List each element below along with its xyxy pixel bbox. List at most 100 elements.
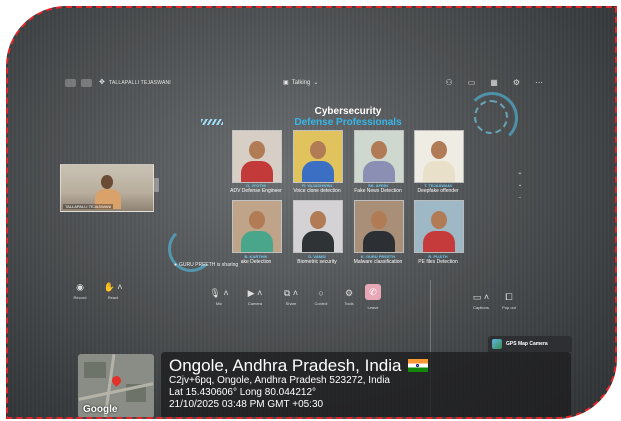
- hand-icon: ✋ ˄: [103, 282, 123, 292]
- participant-photo: [354, 130, 404, 183]
- geotag-panel: Ongole, Andhra Pradesh, India C2jv+6pq, …: [161, 352, 571, 417]
- popout-icon: ⧠: [505, 292, 513, 302]
- record-button[interactable]: ◉ Record: [65, 282, 95, 300]
- photo-head: [249, 141, 265, 159]
- sharing-text: GURU PREETH is sharing: [179, 262, 239, 268]
- meeting-top-bar: ✥ TALLAPALLI TEJASWANI ▣ Talking ⌄ ⚇ ▭ ▦…: [63, 78, 543, 92]
- chevron-down-icon: ⌄: [313, 80, 319, 86]
- leave-button[interactable]: ✆: [365, 284, 381, 300]
- map-block: [84, 362, 106, 378]
- slide-title-line2: Defense Professionals: [294, 117, 402, 128]
- camera-button[interactable]: ▶ ˄ Camera: [240, 288, 270, 306]
- top-right-controls: ⚇ ▭ ▦ ⚙ ⋯: [446, 78, 543, 87]
- participant-photo: [232, 200, 282, 253]
- gps-camera-badge: GPS Map Camera: [488, 336, 572, 352]
- map-logo: Google: [83, 404, 118, 415]
- captions-icon: ▭ ˄: [472, 292, 490, 302]
- geotag-city-row: Ongole, Andhra Pradesh, India: [169, 356, 563, 375]
- geotag-coords: Lat 15.430606° Long 80.044212°: [169, 387, 317, 398]
- gps-camera-label: GPS Map Camera: [506, 341, 548, 347]
- photo-head: [431, 211, 447, 229]
- slide-title-line1: Cybersecurity: [314, 106, 382, 117]
- presenter-name: TALLAPALLI TEJASWANI: [109, 80, 171, 86]
- share-label: Share: [285, 301, 297, 306]
- speaker-icon: ▣: [283, 80, 289, 86]
- talking-indicator[interactable]: ▣ Talking ⌄: [283, 79, 319, 87]
- leave-label: Leave: [367, 305, 379, 310]
- control-label: Control: [314, 301, 328, 306]
- share-button[interactable]: ⧉ ˄ Share: [276, 288, 306, 306]
- record-label: Record: [73, 295, 87, 300]
- chat-icon[interactable]: ▭: [468, 78, 476, 87]
- zoom-level-icon: ▪: [519, 183, 521, 189]
- photo-frame: ✥ TALLAPALLI TEJASWANI ▣ Talking ⌄ ⚇ ▭ ▦…: [6, 6, 617, 419]
- participants-icon[interactable]: ⚇: [446, 78, 453, 87]
- geotag-datetime: 21/10/2025 03:48 PM GMT +05:30: [169, 399, 324, 410]
- geotag-city: Ongole, Andhra Pradesh, India: [169, 356, 402, 375]
- participant-photo: [414, 200, 464, 253]
- leave-icon: ✆: [369, 287, 377, 297]
- participant-photo: [232, 130, 282, 183]
- geotag-address: C2jv+6pq, Ongole, Andhra Pradesh 523272,…: [169, 375, 390, 386]
- participant-caption: T. TEJASWANI Deepfake offender: [398, 183, 478, 194]
- photo-body: [423, 161, 455, 182]
- mic-off-icon: 🎙︎ ˄: [209, 288, 229, 298]
- tools-label: Tools: [344, 301, 354, 306]
- photo-head: [431, 141, 447, 159]
- photo-body: [363, 231, 395, 252]
- record-icon: ◉: [76, 282, 84, 292]
- settings-icon[interactable]: ⚙: [513, 78, 520, 87]
- screen-share-icon: ●: [174, 262, 178, 268]
- participant-photo: [414, 130, 464, 183]
- zoom-out-icon[interactable]: −: [514, 192, 526, 204]
- sharing-indicator: ● GURU PREETH is sharing: [174, 262, 238, 268]
- zoom-in-icon[interactable]: +: [514, 168, 526, 180]
- share-screen-icon: ⧉ ˄: [283, 288, 299, 298]
- photo-head: [371, 211, 387, 229]
- photo-head: [310, 211, 326, 229]
- info-icon[interactable]: [65, 79, 76, 87]
- photo-body: [423, 231, 455, 252]
- react-button[interactable]: ✋ ˄ React: [98, 282, 128, 300]
- captions-label: Captions: [473, 305, 489, 310]
- control-icon: ○: [318, 288, 324, 298]
- location-map: Google: [78, 354, 154, 417]
- mic-label: Mic: [215, 301, 223, 306]
- more-icon[interactable]: ⋯: [535, 78, 543, 87]
- hud-inner-ring-icon: [474, 100, 508, 134]
- mic-button[interactable]: 🎙︎ ˄ Mic: [204, 288, 234, 306]
- tools-icon: ⚙: [344, 288, 354, 298]
- photo-body: [241, 231, 273, 252]
- tools-button[interactable]: ⚙ Tools: [334, 288, 364, 306]
- control-button[interactable]: ○ Control: [306, 288, 336, 306]
- apps-icon[interactable]: ▦: [490, 78, 498, 87]
- participant-photo: [354, 200, 404, 253]
- collapse-self-view-handle[interactable]: [154, 178, 159, 192]
- participant-caption: R. PUJITH PE files Detection: [398, 254, 478, 265]
- host-icon: ✥: [99, 79, 105, 86]
- captions-button[interactable]: ▭ ˄ Captions: [466, 292, 496, 310]
- participant-role: Deepfake offender: [417, 187, 459, 194]
- camera-label: Camera: [247, 301, 263, 306]
- photo-head: [310, 141, 326, 159]
- india-flag-icon: [407, 359, 428, 372]
- photo-head: [249, 211, 265, 229]
- decor-stripes: [201, 119, 223, 125]
- participant-photo: [293, 130, 343, 183]
- lock-icon[interactable]: [81, 79, 92, 87]
- self-view-name: TALLAPALLI TEJASWANI: [63, 204, 114, 209]
- slide-title: Cybersecurity Defense Professionals: [278, 106, 418, 128]
- react-label: React: [107, 295, 119, 300]
- photo-body: [302, 161, 334, 182]
- participant-photo: [293, 200, 343, 253]
- popout-label: Pop out: [502, 305, 516, 310]
- talking-label: Talking: [291, 79, 311, 86]
- photo-body: [241, 161, 273, 182]
- zoom-controls: + ▪ −: [514, 168, 526, 204]
- popout-button[interactable]: ⧠ Pop out: [494, 292, 524, 310]
- self-view-video[interactable]: TALLAPALLI TEJASWANI: [60, 164, 154, 212]
- photo-head: [371, 141, 387, 159]
- self-view-head: [101, 175, 113, 189]
- participant-role: PE files Detection: [418, 258, 458, 265]
- gps-camera-icon: [492, 339, 502, 349]
